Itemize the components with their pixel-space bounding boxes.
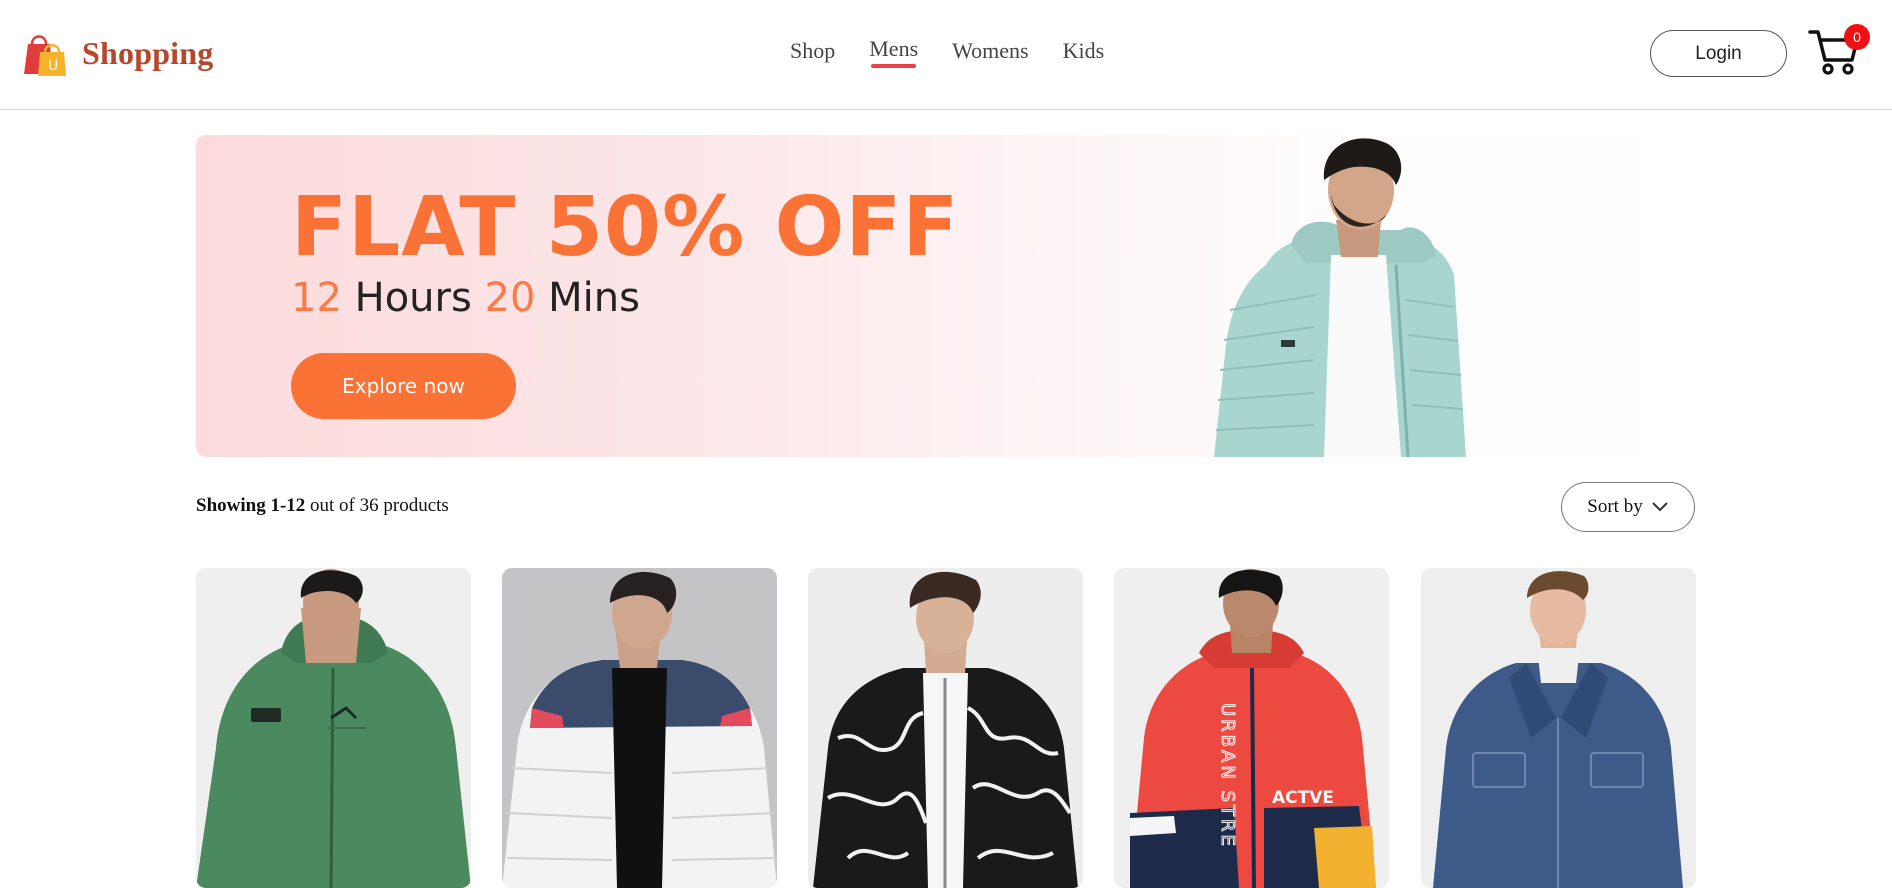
countdown-mins-label: Mins: [548, 275, 640, 321]
brand-home-link[interactable]: U Shopping: [20, 28, 213, 78]
product-card[interactable]: [502, 568, 777, 888]
login-button[interactable]: Login: [1650, 30, 1787, 77]
banner-countdown: 12 Hours 20 Mins: [291, 275, 640, 321]
cart-button[interactable]: 0: [1808, 22, 1870, 80]
cart-count-badge: 0: [1844, 24, 1870, 50]
banner-headline: FLAT 50% OFF: [291, 180, 960, 275]
site-header: U Shopping Shop Mens Womens Kids Login 0: [0, 0, 1892, 110]
jacket-print-urban: URBAN STRE: [1217, 703, 1238, 849]
nav-mens[interactable]: Mens: [869, 34, 918, 68]
results-range: Showing 1-12: [196, 495, 306, 516]
results-total: out of 36 products: [310, 495, 449, 516]
product-grid: URBAN STRE ACTVE: [196, 568, 1696, 888]
sort-by-label: Sort by: [1587, 496, 1643, 517]
product-image-green-hoodie: [196, 568, 471, 888]
product-image-white-navy-puffer: [502, 568, 777, 888]
countdown-mins-value: 20: [484, 275, 536, 321]
product-card[interactable]: [1421, 568, 1696, 888]
jacket-print-actve: ACTVE: [1272, 788, 1334, 808]
main-nav: Shop Mens Womens Kids: [790, 34, 1138, 74]
product-image-denim-jacket: [1421, 568, 1696, 888]
product-image-colorblock-windbreaker: URBAN STRE ACTVE: [1114, 568, 1389, 888]
product-card[interactable]: [196, 568, 471, 888]
chevron-down-icon: [1652, 502, 1668, 512]
results-summary: Showing 1-12 out of 36 products: [196, 495, 449, 517]
nav-womens[interactable]: Womens: [952, 34, 1028, 62]
shopping-bags-logo-icon: U: [24, 35, 66, 76]
svg-text:U: U: [48, 58, 58, 74]
product-image-marble-bomber: [808, 568, 1083, 888]
sort-by-dropdown[interactable]: Sort by: [1561, 482, 1695, 532]
countdown-hours-label: Hours: [354, 275, 472, 321]
brand-name: Shopping: [82, 34, 214, 71]
product-card[interactable]: URBAN STRE ACTVE: [1114, 568, 1389, 888]
nav-kids[interactable]: Kids: [1063, 34, 1105, 62]
product-card[interactable]: [808, 568, 1083, 888]
promo-banner: FLAT 50% OFF 12 Hours 20 Mins Explore no…: [196, 135, 1696, 457]
banner-model-image: [1214, 138, 1466, 457]
countdown-hours-value: 12: [291, 275, 342, 321]
nav-shop[interactable]: Shop: [790, 34, 835, 62]
explore-now-button[interactable]: Explore now: [291, 353, 516, 419]
